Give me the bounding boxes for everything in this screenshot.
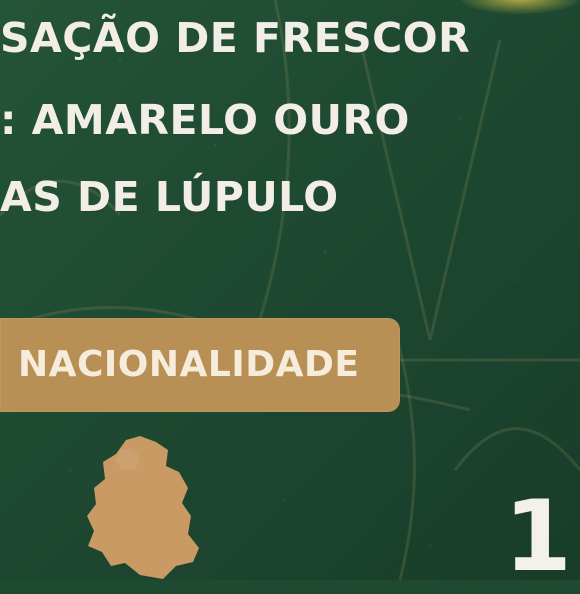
info-line-3: AS DE LÚPULO (0, 173, 339, 221)
nationality-label: NACIONALIDADE (18, 344, 360, 385)
badge-number: 1 (503, 480, 572, 594)
info-line-1: SAÇÃO DE FRESCOR (0, 14, 471, 62)
germany-map-icon (87, 436, 199, 579)
country-map (78, 430, 218, 580)
info-line-2: : AMARELO OURO (0, 96, 410, 144)
